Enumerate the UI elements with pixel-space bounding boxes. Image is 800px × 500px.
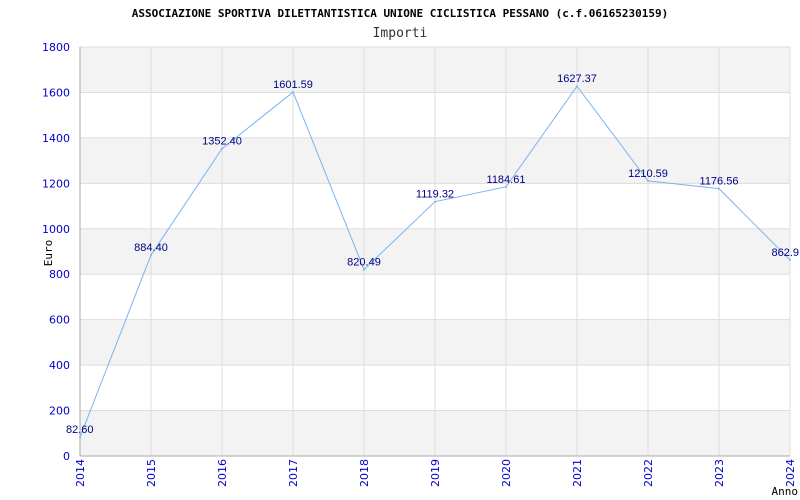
x-tick-label: 2022 xyxy=(642,459,655,487)
data-point xyxy=(292,91,294,94)
chart-subtitle: Importi xyxy=(373,26,428,41)
data-point xyxy=(363,268,365,271)
data-label: 884.40 xyxy=(134,242,168,254)
x-tick-label: 2021 xyxy=(571,459,584,487)
data-label: 1210.59 xyxy=(628,168,668,180)
x-tick-label: 2018 xyxy=(358,459,371,487)
y-tick-label: 1200 xyxy=(42,177,70,190)
data-point xyxy=(505,185,507,188)
y-tick-label: 1600 xyxy=(42,86,70,99)
y-tick-label: 1400 xyxy=(42,132,70,145)
data-label: 1184.61 xyxy=(487,174,526,186)
data-label: 1119.32 xyxy=(416,189,454,201)
x-tick-label: 2023 xyxy=(713,459,726,487)
data-point xyxy=(221,147,223,150)
x-tick-label: 2024 xyxy=(784,459,797,487)
x-tick-label: 2017 xyxy=(287,459,300,487)
chart-title: ASSOCIAZIONE SPORTIVA DILETTANTISTICA UN… xyxy=(132,7,668,20)
data-label: 1601.59 xyxy=(273,79,313,91)
data-point xyxy=(647,179,649,182)
data-label: 862.9 xyxy=(771,247,799,259)
y-tick-label: 200 xyxy=(49,405,70,418)
y-tick-label: 600 xyxy=(49,314,70,327)
data-label: 820.49 xyxy=(347,257,381,269)
y-tick-label: 0 xyxy=(63,450,70,463)
x-tick-label: 2016 xyxy=(216,459,229,487)
line-chart: ASSOCIAZIONE SPORTIVA DILETTANTISTICA UN… xyxy=(42,7,799,498)
data-point xyxy=(150,254,152,257)
data-point xyxy=(576,85,578,88)
data-point xyxy=(789,258,791,261)
x-tick-label: 2019 xyxy=(429,459,442,487)
data-point xyxy=(434,200,436,203)
x-tick-label: 2014 xyxy=(74,459,87,487)
x-tick-label: 2015 xyxy=(145,459,158,487)
data-label: 82.60 xyxy=(66,424,94,436)
y-tick-label: 1800 xyxy=(42,41,70,54)
data-label: 1627.37 xyxy=(557,73,597,85)
y-axis-label: Euro xyxy=(42,240,55,267)
x-tick-label: 2020 xyxy=(500,459,513,487)
y-tick-label: 400 xyxy=(49,359,70,372)
data-point xyxy=(79,436,81,439)
y-tick-label: 1000 xyxy=(42,223,70,236)
y-tick-label: 800 xyxy=(49,268,70,281)
data-label: 1176.56 xyxy=(700,176,739,188)
data-label: 1352.40 xyxy=(202,136,242,148)
x-tick-labels: 2014 2015 2016 2017 2018 2019 2020 2021 2022 2023… xyxy=(74,459,797,487)
data-point xyxy=(718,187,720,190)
